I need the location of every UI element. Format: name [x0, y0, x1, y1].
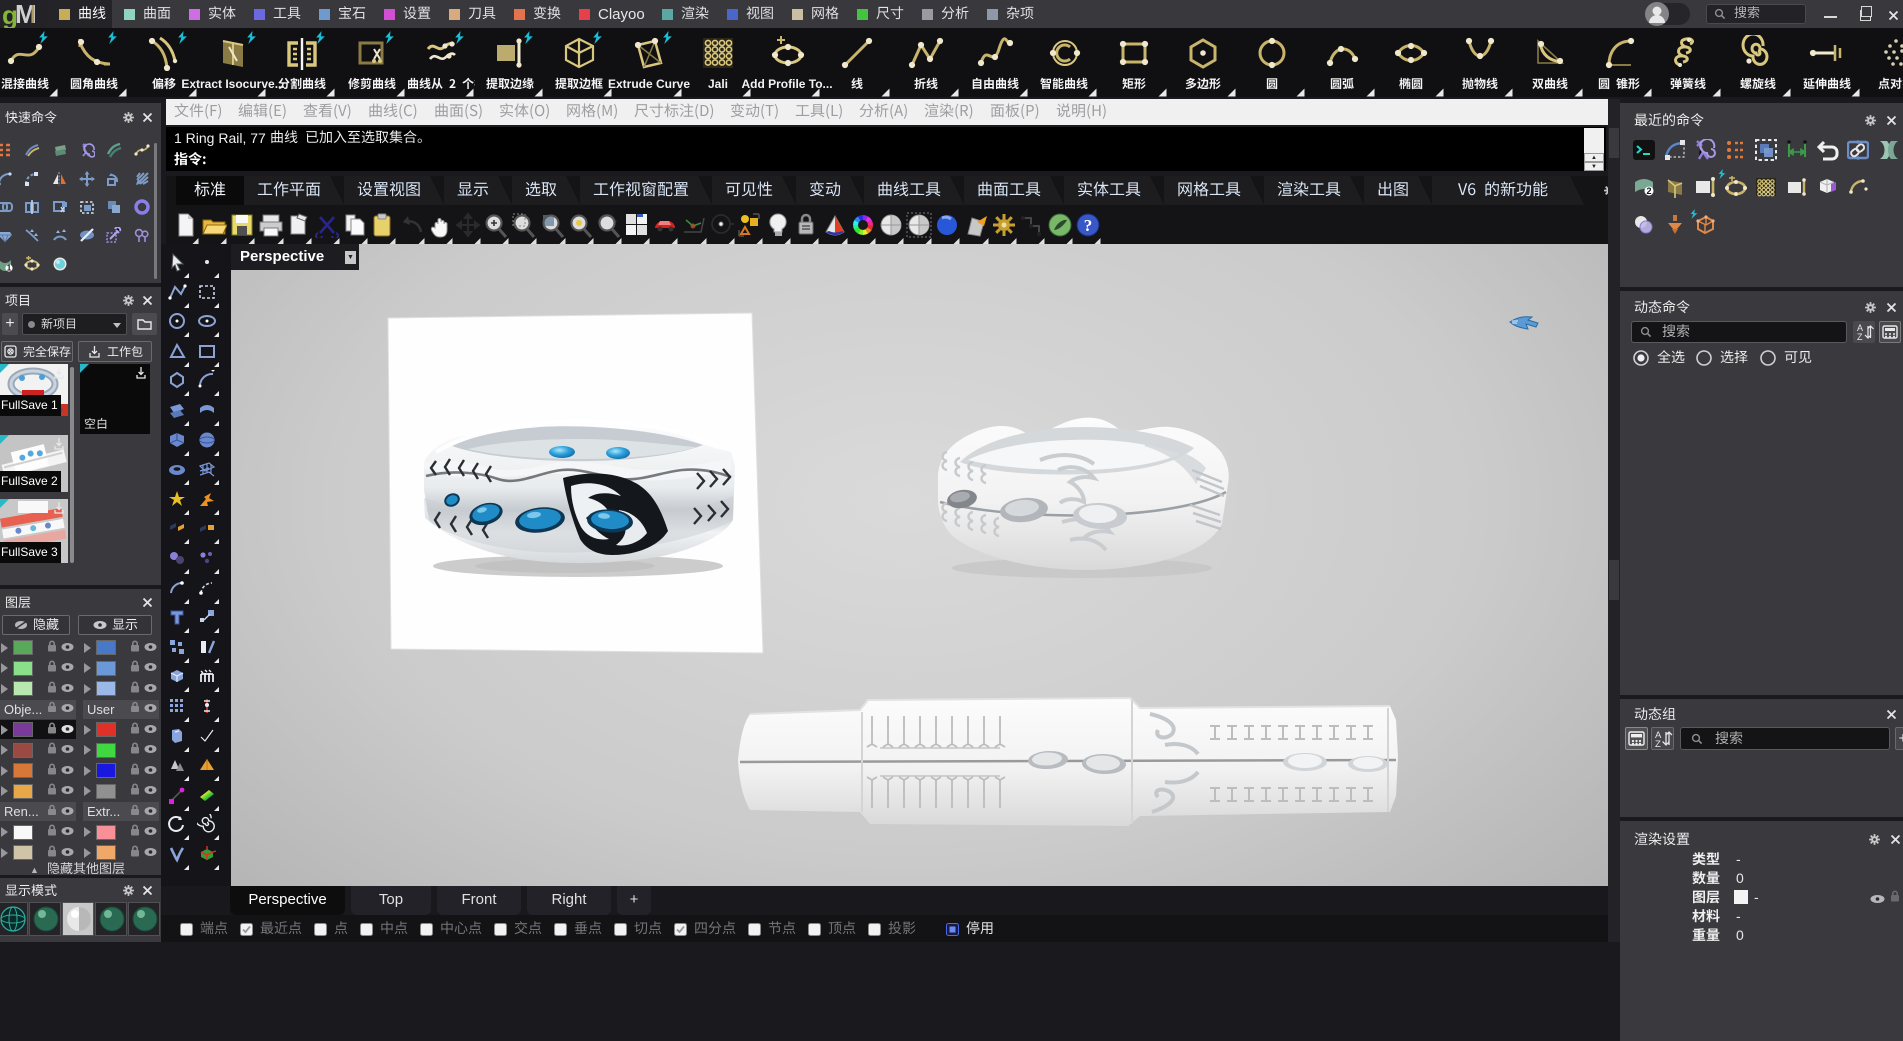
- svg-text:?: ?: [1084, 216, 1093, 235]
- svg-text:1: 1: [7, 264, 12, 272]
- svg-text:2: 2: [1646, 186, 1651, 196]
- svg-text:Z: Z: [1655, 739, 1661, 749]
- svg-text:Z: Z: [1857, 332, 1863, 342]
